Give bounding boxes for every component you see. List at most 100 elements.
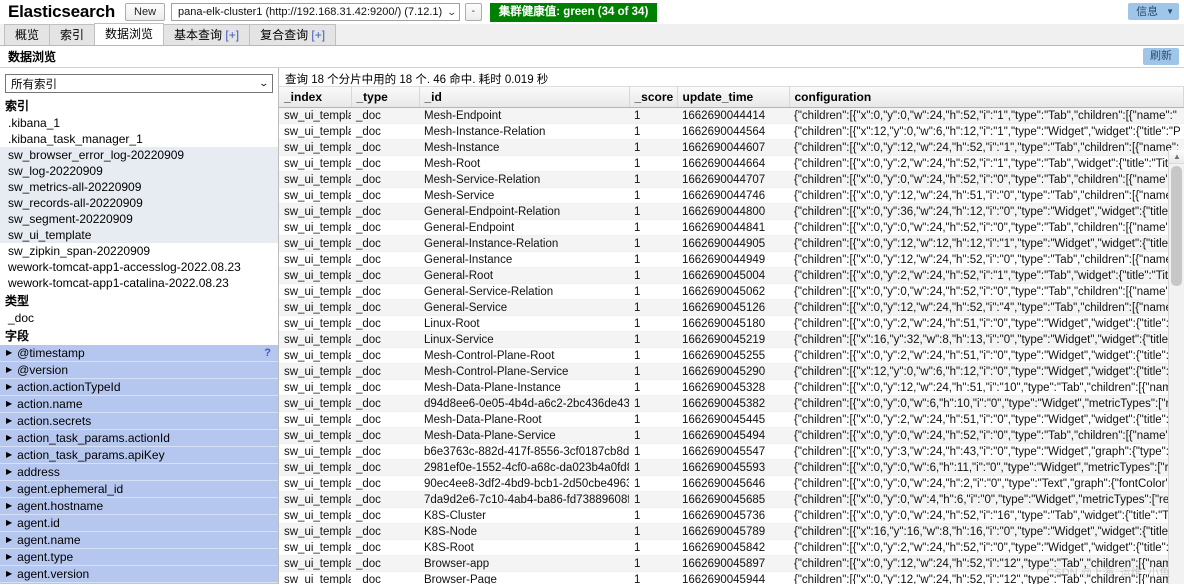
index-list-item[interactable]: sw_metrics-all-20220909 xyxy=(0,179,278,195)
field-list-item[interactable]: ▶ agent.ephemeral_id xyxy=(0,481,278,498)
index-list-item[interactable]: wework-tomcat-app1-catalina-2022.08.23 xyxy=(0,275,278,291)
new-connection-button[interactable]: New xyxy=(125,3,166,21)
expand-triangle-icon[interactable]: ▶ xyxy=(6,451,12,459)
index-list-item[interactable]: .kibana_1 xyxy=(0,115,278,131)
field-list-item[interactable]: ▶ action_task_params.actionId xyxy=(0,430,278,447)
table-row[interactable]: sw_ui_template_docMesh-Data-Plane-Servic… xyxy=(279,427,1184,444)
tab-3[interactable]: 基本查询 [+] xyxy=(163,24,251,45)
column-header-conf[interactable]: configuration xyxy=(789,87,1184,108)
table-row[interactable]: sw_ui_template_docMesh-Instance116626900… xyxy=(279,139,1184,156)
tab-0[interactable]: 概览 xyxy=(4,24,51,45)
field-list-item[interactable]: ▶ address xyxy=(0,464,278,481)
column-header-time[interactable]: update_time xyxy=(677,87,790,108)
table-row[interactable]: sw_ui_template_docd94d8ee6-0e05-4b4d-a6c… xyxy=(279,395,1184,412)
cell-index: sw_ui_template xyxy=(279,331,351,348)
field-list-item[interactable]: ▶ action.actionTypeId xyxy=(0,379,278,396)
table-row[interactable]: sw_ui_template_docGeneral-Service-Relati… xyxy=(279,283,1184,300)
scroll-up-arrow-icon[interactable]: ▲ xyxy=(1169,150,1184,164)
table-row[interactable]: sw_ui_template_docMesh-Data-Plane-Instan… xyxy=(279,379,1184,396)
table-row[interactable]: sw_ui_template_docMesh-Service1166269004… xyxy=(279,187,1184,204)
expand-triangle-icon[interactable]: ▶ xyxy=(6,519,12,527)
table-row[interactable]: sw_ui_template_docK8S-Root11662690045842… xyxy=(279,539,1184,556)
table-row[interactable]: sw_ui_template_docBrowser-Page1166269004… xyxy=(279,571,1184,584)
field-list-item[interactable]: ▶ @timestamp? xyxy=(0,345,278,362)
collapse-button[interactable]: - xyxy=(464,3,482,21)
tab-expand-icon[interactable]: [+] xyxy=(222,28,239,42)
index-filter-select[interactable]: 所有索引 ⌄ xyxy=(5,74,273,93)
index-list-item[interactable]: .kibana_task_manager_1 xyxy=(0,131,278,147)
field-list-item[interactable]: ▶agent_id xyxy=(0,583,278,584)
cell-index: sw_ui_template xyxy=(279,427,351,444)
table-row[interactable]: sw_ui_template_docBrowser-app11662690045… xyxy=(279,555,1184,572)
column-header-id[interactable]: _id xyxy=(419,87,630,108)
table-row[interactable]: sw_ui_template_docGeneral-Instance116626… xyxy=(279,251,1184,268)
tab-1[interactable]: 索引 xyxy=(49,24,96,45)
expand-triangle-icon[interactable]: ▶ xyxy=(6,434,12,442)
refresh-button[interactable]: 刷新 xyxy=(1143,48,1179,65)
tab-2[interactable]: 数据浏览 xyxy=(94,23,165,45)
field-list-item[interactable]: ▶ agent.id xyxy=(0,515,278,532)
table-row[interactable]: sw_ui_template_docK8S-Cluster11662690045… xyxy=(279,507,1184,524)
field-list-item[interactable]: ▶ action.secrets xyxy=(0,413,278,430)
expand-triangle-icon[interactable]: ▶ xyxy=(6,383,12,391)
field-list-item[interactable]: ▶ agent.type xyxy=(0,549,278,566)
expand-triangle-icon[interactable]: ▶ xyxy=(6,553,12,561)
index-list-item[interactable]: wework-tomcat-app1-accesslog-2022.08.23 xyxy=(0,259,278,275)
expand-triangle-icon[interactable]: ▶ xyxy=(6,349,12,357)
tab-expand-icon[interactable]: [+] xyxy=(308,28,325,42)
table-row[interactable]: sw_ui_template_docMesh-Instance-Relation… xyxy=(279,123,1184,140)
expand-triangle-icon[interactable]: ▶ xyxy=(6,366,12,374)
expand-triangle-icon[interactable]: ▶ xyxy=(6,502,12,510)
column-header-type[interactable]: _type xyxy=(351,87,420,108)
index-list-item[interactable]: sw_records-all-20220909 xyxy=(0,195,278,211)
cell-score: 1 xyxy=(629,379,677,396)
field-list-item[interactable]: ▶ action_task_params.apiKey xyxy=(0,447,278,464)
table-row[interactable]: sw_ui_template_docMesh-Control-Plane-Ser… xyxy=(279,363,1184,380)
table-row[interactable]: sw_ui_template_doc7da9d2e6-7c10-4ab4-ba8… xyxy=(279,491,1184,508)
field-list-item[interactable]: ▶ agent.version xyxy=(0,566,278,583)
index-list-item[interactable]: sw_ui_template xyxy=(0,227,278,243)
query-status-text: 查询 18 个分片中用的 18 个. 46 命中. 耗时 0.019 秒 xyxy=(279,68,1184,87)
cluster-endpoint-select[interactable]: pana-elk-cluster1 (http://192.168.31.42:… xyxy=(171,3,460,21)
index-list-item[interactable]: sw_zipkin_span-20220909 xyxy=(0,243,278,259)
table-row[interactable]: sw_ui_template_docLinux-Service116626900… xyxy=(279,331,1184,348)
column-header-score[interactable]: _score▲ xyxy=(629,87,678,108)
expand-triangle-icon[interactable]: ▶ xyxy=(6,400,12,408)
table-row[interactable]: sw_ui_template_docMesh-Root1166269004466… xyxy=(279,155,1184,172)
cell-id: Browser-Page xyxy=(419,571,629,584)
scrollbar-thumb[interactable] xyxy=(1171,166,1182,286)
table-row[interactable]: sw_ui_template_docMesh-Service-Relation1… xyxy=(279,171,1184,188)
table-row[interactable]: sw_ui_template_docb6e3763c-882d-417f-855… xyxy=(279,443,1184,460)
table-row[interactable]: sw_ui_template_docGeneral-Root1166269004… xyxy=(279,267,1184,284)
index-list-item[interactable]: sw_segment-20220909 xyxy=(0,211,278,227)
column-header-index[interactable]: _index xyxy=(279,87,352,108)
expand-triangle-icon[interactable]: ▶ xyxy=(6,570,12,578)
table-row[interactable]: sw_ui_template_docLinux-Root116626900451… xyxy=(279,315,1184,332)
table-row[interactable]: sw_ui_template_doc2981ef0e-1552-4cf0-a68… xyxy=(279,459,1184,476)
expand-triangle-icon[interactable]: ▶ xyxy=(6,417,12,425)
table-row[interactable]: sw_ui_template_docGeneral-Instance-Relat… xyxy=(279,235,1184,252)
field-help-icon[interactable]: ? xyxy=(264,346,271,361)
index-list-item[interactable]: sw_browser_error_log-20220909 xyxy=(0,147,278,163)
field-list-item[interactable]: ▶ action.name xyxy=(0,396,278,413)
tab-4[interactable]: 复合查询 [+] xyxy=(249,24,337,45)
table-row[interactable]: sw_ui_template_docMesh-Endpoint116626900… xyxy=(279,107,1184,124)
expand-triangle-icon[interactable]: ▶ xyxy=(6,536,12,544)
cell-index: sw_ui_template xyxy=(279,475,351,492)
index-list-item[interactable]: sw_log-20220909 xyxy=(0,163,278,179)
table-row[interactable]: sw_ui_template_docK8S-Node11662690045789… xyxy=(279,523,1184,540)
results-vertical-scrollbar[interactable]: ▲ xyxy=(1168,150,1184,584)
expand-triangle-icon[interactable]: ▶ xyxy=(6,485,12,493)
field-list-item[interactable]: ▶ agent.hostname xyxy=(0,498,278,515)
field-list-item[interactable]: ▶ @version xyxy=(0,362,278,379)
info-menu-button[interactable]: 信息 ▼ xyxy=(1128,3,1179,20)
table-row[interactable]: sw_ui_template_docGeneral-Service1166269… xyxy=(279,299,1184,316)
table-row[interactable]: sw_ui_template_docMesh-Data-Plane-Root11… xyxy=(279,411,1184,428)
field-list-item[interactable]: ▶ agent.name xyxy=(0,532,278,549)
type-list-item[interactable]: _doc xyxy=(0,310,278,326)
expand-triangle-icon[interactable]: ▶ xyxy=(6,468,12,476)
table-row[interactable]: sw_ui_template_docMesh-Control-Plane-Roo… xyxy=(279,347,1184,364)
table-row[interactable]: sw_ui_template_doc90ec4ee8-3df2-4bd9-bcb… xyxy=(279,475,1184,492)
table-row[interactable]: sw_ui_template_docGeneral-Endpoint-Relat… xyxy=(279,203,1184,220)
table-row[interactable]: sw_ui_template_docGeneral-Endpoint116626… xyxy=(279,219,1184,236)
